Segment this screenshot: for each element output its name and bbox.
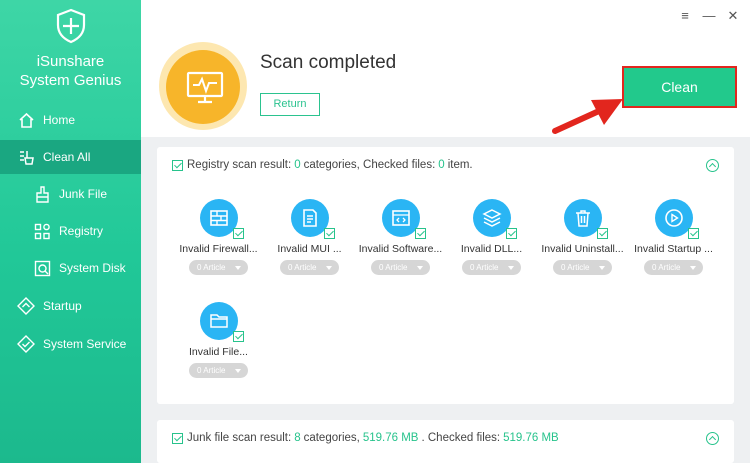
- sidebar-item-label: Registry: [59, 224, 104, 238]
- sidebar-item-home[interactable]: Home: [0, 103, 141, 137]
- sidebar: iSunshare System Genius Home Clean All J…: [0, 0, 141, 463]
- play-icon: [654, 199, 699, 239]
- article-dropdown[interactable]: 0 Article: [644, 260, 703, 275]
- home-icon: [17, 111, 35, 129]
- clean-button[interactable]: Clean: [622, 66, 737, 108]
- junk-scan-summary: Junk file scan result: 8 categories, 519…: [172, 432, 562, 444]
- sidebar-item-label: Junk File: [59, 187, 108, 201]
- item-label: Invalid DLL...: [460, 243, 523, 255]
- startup-icon: [17, 297, 35, 315]
- item-label: Invalid MUI ...: [277, 243, 342, 255]
- junk-size: 519.76 MB: [362, 432, 419, 444]
- sidebar-item-startup[interactable]: Startup: [0, 289, 141, 323]
- close-icon[interactable]: ✕: [726, 8, 740, 24]
- minimize-icon[interactable]: —: [702, 8, 716, 24]
- list-item[interactable]: Invalid File... 0 Article: [173, 302, 264, 378]
- brand-name-line2: System Genius: [19, 72, 122, 89]
- item-checkbox[interactable]: [232, 331, 244, 342]
- broom-icon: [17, 148, 35, 166]
- shield-logo-icon: [56, 8, 85, 44]
- sidebar-item-label: System Service: [43, 337, 127, 351]
- item-checkbox[interactable]: [505, 228, 517, 239]
- collapse-chevron-icon[interactable]: [706, 432, 719, 445]
- sidebar-item-clean-all[interactable]: Clean All: [0, 140, 141, 174]
- summary-text: categories,: [303, 432, 360, 444]
- item-checkbox[interactable]: [687, 228, 699, 239]
- grid-icon: [33, 222, 51, 240]
- junk-select-checkbox[interactable]: [172, 432, 183, 444]
- list-item[interactable]: Invalid DLL... 0 Article: [446, 199, 537, 275]
- item-checkbox[interactable]: [414, 228, 426, 239]
- code-window-icon: [381, 199, 426, 239]
- page-title: Scan completed: [260, 52, 397, 73]
- sidebar-item-system-service[interactable]: System Service: [0, 327, 141, 361]
- registry-scan-summary: Registry scan result: 0 categories, Chec…: [172, 159, 473, 171]
- brush-icon: [33, 185, 51, 203]
- files-count: 0: [438, 159, 445, 171]
- summary-text: . Checked files:: [421, 432, 501, 444]
- categories-count: 8: [294, 432, 301, 444]
- monitor-pulse-icon: [186, 71, 224, 104]
- brand: iSunshare System Genius: [0, 8, 141, 90]
- categories-count: 0: [294, 159, 301, 171]
- document-edit-icon: [290, 199, 335, 239]
- red-arrow-annotation: [552, 99, 623, 134]
- list-item[interactable]: Invalid Firewall... 0 Article: [173, 199, 264, 275]
- trash-icon: [563, 199, 608, 239]
- layers-icon: [472, 199, 517, 239]
- menu-icon[interactable]: ≡: [678, 8, 692, 24]
- summary-prefix: Registry scan result:: [187, 159, 292, 171]
- item-label: Invalid Uninstall...: [541, 243, 624, 255]
- window-controls: ≡ — ✕: [678, 8, 740, 24]
- sidebar-item-label: Startup: [43, 299, 82, 313]
- item-label: Invalid Software...: [358, 243, 443, 255]
- list-item[interactable]: Invalid Startup ... 0 Article: [628, 199, 719, 275]
- list-item[interactable]: Invalid MUI ... 0 Article: [264, 199, 355, 275]
- disk-icon: [33, 259, 51, 277]
- folder-icon: [199, 302, 244, 342]
- item-label: Invalid Startup ...: [634, 243, 713, 255]
- collapse-chevron-icon[interactable]: [706, 159, 719, 172]
- item-checkbox[interactable]: [323, 228, 335, 239]
- item-checkbox[interactable]: [596, 228, 608, 239]
- item-label: Invalid Firewall...: [179, 243, 258, 255]
- list-item[interactable]: Invalid Software... 0 Article: [355, 199, 446, 275]
- firewall-icon: [199, 199, 244, 239]
- item-checkbox[interactable]: [232, 228, 244, 239]
- registry-select-checkbox[interactable]: [172, 159, 183, 171]
- summary-text: categories, Checked files:: [303, 159, 436, 171]
- sidebar-item-label: System Disk: [59, 261, 126, 275]
- sidebar-item-junk-file[interactable]: Junk File: [0, 177, 141, 211]
- list-item[interactable]: Invalid Uninstall... 0 Article: [537, 199, 628, 275]
- article-dropdown[interactable]: 0 Article: [462, 260, 521, 275]
- registry-scan-panel: Registry scan result: 0 categories, Chec…: [157, 147, 734, 404]
- article-dropdown[interactable]: 0 Article: [553, 260, 612, 275]
- article-dropdown[interactable]: 0 Article: [189, 260, 248, 275]
- sidebar-item-label: Clean All: [43, 150, 91, 164]
- checked-size: 519.76 MB: [503, 432, 559, 444]
- service-icon: [17, 335, 35, 353]
- sidebar-item-registry[interactable]: Registry: [0, 214, 141, 248]
- summary-suffix: item.: [447, 159, 473, 171]
- summary-prefix: Junk file scan result:: [187, 432, 292, 444]
- item-label: Invalid File...: [189, 346, 248, 358]
- junk-scan-panel: Junk file scan result: 8 categories, 519…: [157, 420, 734, 463]
- sidebar-item-label: Home: [43, 113, 76, 127]
- article-dropdown[interactable]: 0 Article: [371, 260, 430, 275]
- article-dropdown[interactable]: 0 Article: [189, 363, 248, 378]
- brand-name-line1: iSunshare: [36, 53, 105, 70]
- scan-header: Scan completed Return Clean: [141, 0, 750, 137]
- sidebar-item-system-disk[interactable]: System Disk: [0, 251, 141, 285]
- return-button[interactable]: Return: [260, 93, 320, 116]
- article-dropdown[interactable]: 0 Article: [280, 260, 339, 275]
